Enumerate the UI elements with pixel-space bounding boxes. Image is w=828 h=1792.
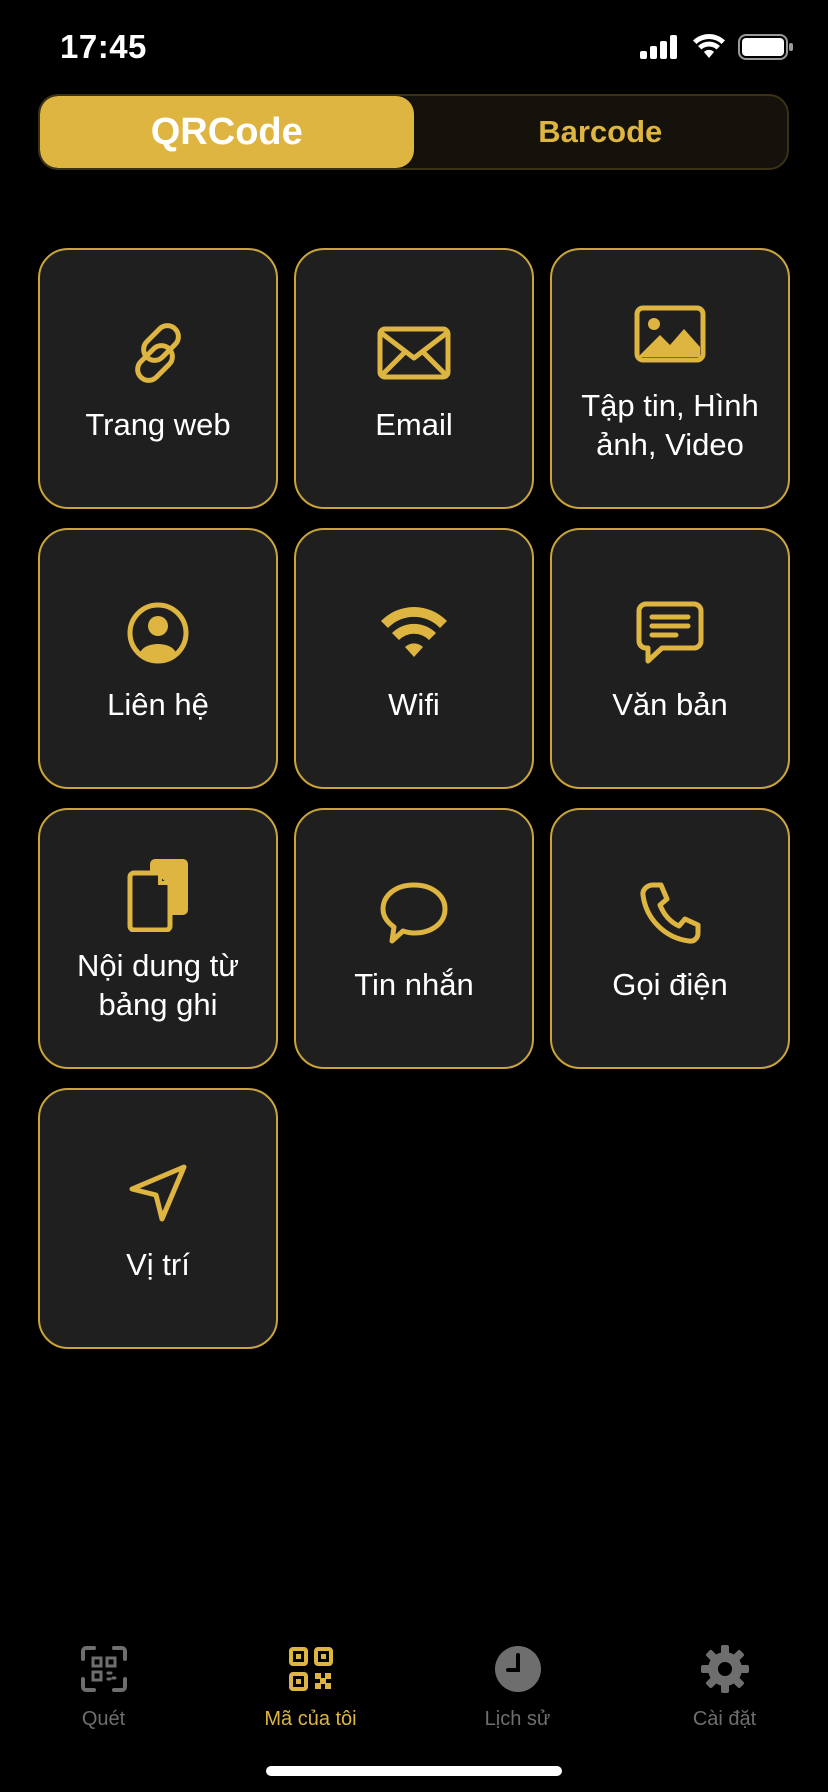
cellular-signal-icon bbox=[640, 35, 677, 59]
segment-barcode[interactable]: Barcode bbox=[414, 96, 788, 168]
tile-label: Nội dung từ bảng ghi bbox=[76, 947, 240, 1022]
tab-label: Cài đặt bbox=[692, 1708, 757, 1730]
tile-website[interactable]: Trang web bbox=[38, 248, 278, 509]
tile-label: Tập tin, Hình ảnh, Video bbox=[581, 387, 759, 462]
tab-my-codes[interactable]: Mã của tôi bbox=[207, 1620, 414, 1740]
qr-code-icon bbox=[284, 1642, 338, 1696]
tile-location[interactable]: Vị trí bbox=[38, 1088, 278, 1349]
location-arrow-icon bbox=[118, 1153, 198, 1233]
bottom-tab-bar: Quét Mã của tôi Lịch sử Cài đặt bbox=[0, 1620, 828, 1740]
scan-icon bbox=[77, 1642, 131, 1696]
tile-email[interactable]: Email bbox=[294, 248, 534, 509]
status-time: 17:45 bbox=[60, 28, 147, 65]
wifi-icon bbox=[374, 593, 454, 673]
tile-label: Văn bản bbox=[612, 687, 728, 722]
contact-icon bbox=[118, 593, 198, 673]
tile-wifi[interactable]: Wifi bbox=[294, 528, 534, 789]
clipboard-icon bbox=[118, 854, 198, 934]
tile-text[interactable]: Văn bản bbox=[550, 528, 790, 789]
tab-history[interactable]: Lịch sử bbox=[414, 1620, 621, 1740]
tile-label: Gọi điện bbox=[612, 967, 728, 1002]
wifi-icon bbox=[693, 34, 725, 58]
tab-settings[interactable]: Cài đặt bbox=[621, 1620, 828, 1740]
tile-label: Tin nhắn bbox=[354, 967, 474, 1002]
status-icons bbox=[640, 34, 794, 60]
link-icon bbox=[118, 313, 198, 393]
code-type-segmented-control: QRCode Barcode bbox=[38, 94, 789, 170]
status-bar: 17:45 bbox=[0, 0, 828, 100]
clock-icon bbox=[491, 1642, 545, 1696]
tile-label: Liên hệ bbox=[107, 687, 209, 722]
tile-label: Email bbox=[375, 407, 453, 442]
tile-message[interactable]: Tin nhắn bbox=[294, 808, 534, 1069]
qr-type-grid: Trang web Email Tập tin, Hình ảnh, Video bbox=[38, 248, 790, 1349]
segment-qrcode[interactable]: QRCode bbox=[40, 96, 414, 168]
tab-label: Lịch sử bbox=[484, 1708, 551, 1730]
tab-scan[interactable]: Quét bbox=[0, 1620, 207, 1740]
tile-label: Vị trí bbox=[126, 1247, 190, 1282]
tile-call[interactable]: Gọi điện bbox=[550, 808, 790, 1069]
gear-icon bbox=[698, 1642, 752, 1696]
tile-label: Trang web bbox=[85, 407, 231, 442]
phone-icon bbox=[630, 873, 710, 953]
tile-contact[interactable]: Liên hệ bbox=[38, 528, 278, 789]
tile-file-image-video[interactable]: Tập tin, Hình ảnh, Video bbox=[550, 248, 790, 509]
tile-clipboard[interactable]: Nội dung từ bảng ghi bbox=[38, 808, 278, 1069]
home-indicator bbox=[266, 1766, 562, 1776]
chat-bubble-icon bbox=[374, 873, 454, 953]
tab-label: Mã của tôi bbox=[264, 1708, 357, 1730]
text-message-icon bbox=[630, 593, 710, 673]
envelope-icon bbox=[374, 313, 454, 393]
image-icon bbox=[630, 294, 710, 374]
battery-icon bbox=[738, 34, 793, 60]
tile-label: Wifi bbox=[388, 687, 440, 722]
tab-label: Quét bbox=[81, 1708, 126, 1730]
